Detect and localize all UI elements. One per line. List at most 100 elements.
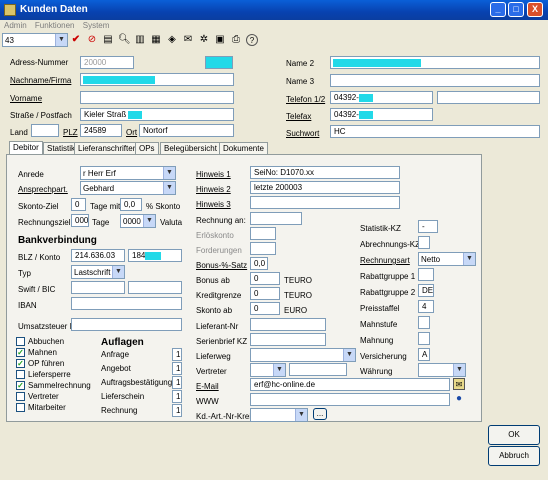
tab-dokumente[interactable]: Dokumente xyxy=(219,142,268,154)
www-field[interactable] xyxy=(250,393,450,406)
checkbox-3[interactable] xyxy=(16,370,25,379)
menu-admin[interactable]: Admin xyxy=(0,20,29,30)
tab-debitor[interactable]: Debitor xyxy=(9,141,43,155)
erloeskonto-field[interactable] xyxy=(250,227,276,240)
cancel-icon[interactable]: ⊘ xyxy=(86,34,98,46)
checkbox-5[interactable] xyxy=(16,392,25,401)
rechnungsziel-field[interactable]: 000 xyxy=(71,214,89,227)
delete-icon[interactable]: ▥ xyxy=(134,34,146,46)
menu-system[interactable]: System xyxy=(79,20,112,30)
name2-field[interactable] xyxy=(330,56,540,69)
telefon-field[interactable]: 04392- xyxy=(330,91,433,104)
title-bar[interactable]: Kunden Daten _ □ X xyxy=(0,0,548,20)
print-icon[interactable]: ⎙ xyxy=(230,34,242,46)
kdart-select[interactable]: ▼ xyxy=(250,408,308,422)
checkbox-1[interactable]: ✓ xyxy=(16,348,25,357)
mahnung-field[interactable] xyxy=(418,332,430,345)
vorname-field[interactable] xyxy=(80,91,234,104)
valuta-select[interactable]: 0000 ▼ xyxy=(120,214,156,228)
blz-field[interactable]: 214.636.03 xyxy=(71,249,125,262)
anrede-select[interactable]: r Herr Erf ▼ xyxy=(80,166,176,180)
kdart-browse-button[interactable]: ... xyxy=(313,408,327,420)
telefon2-field[interactable] xyxy=(437,91,540,104)
hinweis1-field[interactable]: SeiNo: D1070.xx xyxy=(250,166,400,179)
telefax-field[interactable]: 04392- xyxy=(330,108,433,121)
auflagen-count-field[interactable]: 1 xyxy=(172,362,182,375)
skonto-value-field[interactable]: 0,0 xyxy=(120,198,142,211)
vertreter-select[interactable]: ▼ xyxy=(250,363,286,377)
rechnungsart-select[interactable]: Netto ▼ xyxy=(418,252,476,266)
konto-field[interactable]: 184 xyxy=(128,249,182,262)
abrechnungs-kz-field[interactable] xyxy=(418,236,430,249)
ansprechpart-select[interactable]: Gebhard ▼ xyxy=(80,181,176,195)
export-icon[interactable]: ▣ xyxy=(214,34,226,46)
minimize-button[interactable]: _ xyxy=(490,2,506,17)
ort-field[interactable]: Nortorf xyxy=(139,124,234,137)
rabatt1-field[interactable] xyxy=(418,268,434,281)
eraser-icon[interactable]: ◈ xyxy=(166,34,178,46)
name3-field[interactable] xyxy=(330,74,540,87)
serienbrief-field[interactable] xyxy=(250,333,326,346)
auflagen-count-field[interactable]: 1 xyxy=(172,376,182,389)
skonto-ab-field[interactable]: 0 xyxy=(250,302,280,315)
document-icon[interactable]: ▦ xyxy=(150,34,162,46)
auflagen-count-field[interactable]: 1 xyxy=(172,404,182,417)
lieferweg-select[interactable]: ▼ xyxy=(250,348,356,362)
menu-funktionen[interactable]: Funktionen xyxy=(31,20,77,30)
mahnstufe-field[interactable] xyxy=(418,316,430,329)
versicherung-field[interactable]: A xyxy=(418,348,430,361)
globe-icon[interactable]: ● xyxy=(453,393,465,405)
record-select[interactable]: 43 ▼ xyxy=(2,33,68,47)
checkbox-0[interactable] xyxy=(16,337,25,346)
maximize-button[interactable]: □ xyxy=(508,2,524,17)
tools-icon[interactable]: ✲ xyxy=(198,34,210,46)
email-field[interactable]: erf@hc-online.de xyxy=(250,378,450,391)
nachname-field[interactable] xyxy=(80,73,234,86)
statistik-kz-field[interactable]: - xyxy=(418,220,438,233)
adress-nummer-field[interactable]: 20000 xyxy=(80,56,134,69)
checkbox-2[interactable]: ✓ xyxy=(16,359,25,368)
ust-field[interactable] xyxy=(71,318,182,331)
vertreter-name-field[interactable] xyxy=(289,363,347,376)
swift-field[interactable] xyxy=(71,281,125,294)
mail-icon[interactable]: ✉ xyxy=(182,34,194,46)
preisstaffel-field[interactable]: 4 xyxy=(418,300,434,313)
auflagen-count-field[interactable]: 1 xyxy=(172,348,182,361)
plz-field[interactable]: 24589 xyxy=(80,124,122,137)
bonus-satz-field[interactable]: 0,0 xyxy=(250,257,268,270)
help-icon[interactable]: ? xyxy=(246,34,258,46)
mail-icon[interactable]: ✉ xyxy=(453,378,465,390)
close-button[interactable]: X xyxy=(527,2,543,17)
waehrung-select[interactable]: ▼ xyxy=(418,363,466,377)
hinweis3-field[interactable] xyxy=(250,196,400,209)
ust-label: Umsatzsteuer ID xyxy=(18,322,78,331)
chevron-down-icon: ▼ xyxy=(163,167,175,179)
forderungen-field[interactable] xyxy=(250,242,276,255)
auflagen-count-field[interactable]: 1 xyxy=(172,390,182,403)
kreditgrenze-field[interactable]: 0 xyxy=(250,287,280,300)
tab-beleguebersicht[interactable]: Belegübersicht xyxy=(160,142,221,154)
skonto-ziel-field[interactable]: 0 xyxy=(71,198,86,211)
rechnung-an-field[interactable] xyxy=(250,212,302,225)
redacted-field[interactable] xyxy=(205,56,233,69)
land-field[interactable] xyxy=(31,124,59,137)
preisstaffel-label: Preisstaffel xyxy=(360,304,400,313)
ok-button[interactable]: OK xyxy=(488,425,540,445)
lieferant-nr-field[interactable] xyxy=(250,318,326,331)
abbruch-button[interactable]: Abbruch xyxy=(488,446,540,466)
search-icon[interactable]: 🔍︎ xyxy=(118,34,131,46)
swift2-field[interactable] xyxy=(128,281,182,294)
iban-field[interactable] xyxy=(71,297,182,310)
strasse-field[interactable]: Kieler Straß xyxy=(80,108,234,121)
rabatt2-field[interactable]: DE xyxy=(418,284,434,297)
bonus-ab-field[interactable]: 0 xyxy=(250,272,280,285)
tab-ops[interactable]: OPs xyxy=(135,142,159,154)
tab-lieferanschriften[interactable]: Lieferanschriften xyxy=(74,142,142,154)
checkbox-6[interactable] xyxy=(16,403,25,412)
checkbox-4[interactable]: ✓ xyxy=(16,381,25,390)
copy-icon[interactable]: ▤ xyxy=(102,34,114,46)
hinweis2-field[interactable]: letzte 200003 xyxy=(250,181,400,194)
suchwort-field[interactable]: HC xyxy=(330,125,540,138)
typ-select[interactable]: Lastschrift ▼ xyxy=(71,265,125,279)
checkmark-icon[interactable]: ✔ xyxy=(70,34,82,46)
